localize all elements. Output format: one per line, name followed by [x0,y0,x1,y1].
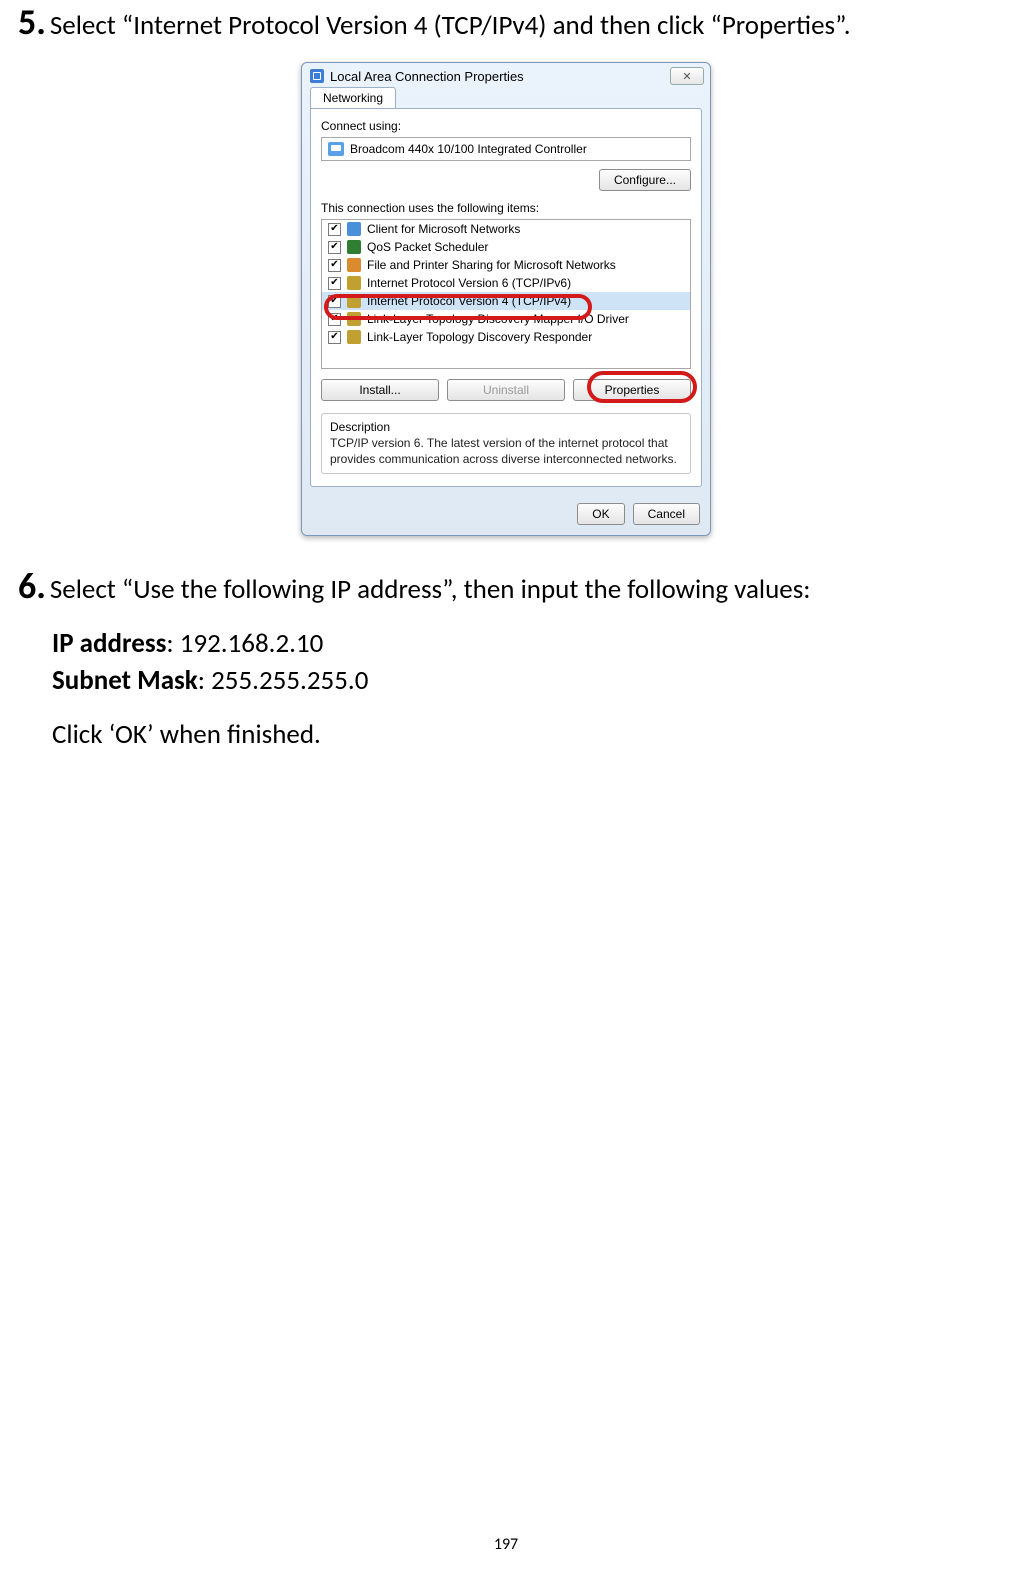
list-item[interactable]: ✔ Client for Microsoft Networks [322,220,690,238]
adapter-field[interactable]: Broadcom 440x 10/100 Integrated Controll… [321,137,691,161]
configure-button[interactable]: Configure... [599,169,691,191]
tab-networking[interactable]: Networking [310,87,396,108]
description-body: TCP/IP version 6. The latest version of … [330,436,682,467]
dialog-title: Local Area Connection Properties [330,69,524,84]
description-group: Description TCP/IP version 6. The latest… [321,413,691,474]
adapter-icon [328,142,344,156]
items-listbox[interactable]: ✔ Client for Microsoft Networks ✔ QoS Pa… [321,219,691,369]
network-icon [310,69,324,83]
description-title: Description [330,420,682,434]
checkbox-icon[interactable]: ✔ [328,331,341,344]
item-label: Internet Protocol Version 4 (TCP/IPv4) [367,294,571,308]
item-label: Link-Layer Topology Discovery Responder [367,330,592,344]
finish-instruction: Click ‘OK’ when finished. [52,717,994,753]
protocol-icon [347,330,361,344]
step5-number: 5. [18,0,46,44]
item-label: Client for Microsoft Networks [367,222,520,236]
item-label: QoS Packet Scheduler [367,240,488,254]
checkbox-icon[interactable]: ✔ [328,277,341,290]
checkbox-icon[interactable]: ✔ [328,313,341,326]
protocol-icon [347,276,361,290]
client-icon [347,222,361,236]
item-label: Link-Layer Topology Discovery Mapper I/O… [367,312,629,326]
properties-dialog: Local Area Connection Properties ✕ Netwo… [301,62,711,536]
list-item[interactable]: ✔ Internet Protocol Version 6 (TCP/IPv6) [322,274,690,292]
subnet-mask-label: Subnet Mask [52,664,198,697]
protocol-icon [347,312,361,326]
step6-number: 6. [18,564,46,608]
list-item[interactable]: ✔ Link-Layer Topology Discovery Responde… [322,328,690,346]
list-item[interactable]: ✔ File and Printer Sharing for Microsoft… [322,256,690,274]
checkbox-icon[interactable]: ✔ [328,241,341,254]
checkbox-icon[interactable]: ✔ [328,295,341,308]
dialog-titlebar: Local Area Connection Properties ✕ [302,63,710,87]
ip-address-value: : 192.168.2.10 [166,627,323,660]
item-label: File and Printer Sharing for Microsoft N… [367,258,616,272]
list-item[interactable]: ✔ Link-Layer Topology Discovery Mapper I… [322,310,690,328]
install-button[interactable]: Install... [321,379,439,401]
subnet-mask-value: : 255.255.255.0 [198,664,369,697]
checkbox-icon[interactable]: ✔ [328,223,341,236]
properties-button[interactable]: Properties [573,379,691,401]
checkbox-icon[interactable]: ✔ [328,259,341,272]
list-item-ipv4[interactable]: ✔ Internet Protocol Version 4 (TCP/IPv4) [322,292,690,310]
items-label: This connection uses the following items… [321,201,691,215]
adapter-name: Broadcom 440x 10/100 Integrated Controll… [350,142,587,156]
ok-button[interactable]: OK [577,503,624,525]
share-icon [347,258,361,272]
step6-text: Select “Use the following IP address”, t… [50,573,811,606]
ip-address-label: IP address [52,627,166,660]
qos-icon [347,240,361,254]
list-item[interactable]: ✔ QoS Packet Scheduler [322,238,690,256]
step5-text: Select “Internet Protocol Version 4 (TCP… [50,9,851,42]
page-number: 197 [0,1535,1012,1554]
cancel-button[interactable]: Cancel [633,503,700,525]
connect-using-label: Connect using: [321,119,691,133]
uninstall-button: Uninstall [447,379,565,401]
close-button[interactable]: ✕ [670,67,704,85]
item-label: Internet Protocol Version 6 (TCP/IPv6) [367,276,571,290]
protocol-icon [347,294,361,308]
